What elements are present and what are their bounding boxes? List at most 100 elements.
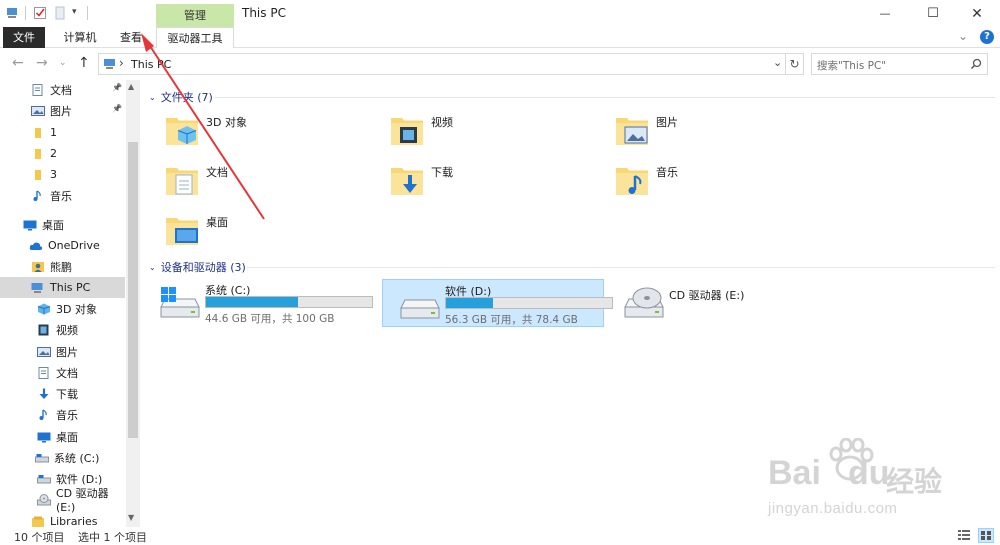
expand-ribbon-icon[interactable]: ⌄ xyxy=(958,29,968,43)
document-icon xyxy=(32,83,43,96)
folder-name: 图片 xyxy=(656,116,678,129)
sidebar-item-label: 音乐 xyxy=(56,408,78,422)
folder-tile[interactable]: 桌面 xyxy=(143,208,367,254)
folder-name: 视频 xyxy=(431,116,453,129)
minimize-icon: — xyxy=(879,7,891,20)
folder-name: 3D 对象 xyxy=(206,116,247,129)
breadcrumb-separator[interactable]: › xyxy=(119,56,124,70)
folder-tile[interactable]: 文档 xyxy=(143,158,367,204)
watermark-brand: Bai xyxy=(768,454,821,492)
collapse-chevron-icon[interactable]: ⌄ xyxy=(149,93,156,102)
new-folder-icon[interactable] xyxy=(53,6,67,20)
folder-icon xyxy=(35,127,41,138)
sidebar-item[interactable]: 图片 xyxy=(0,341,125,362)
sidebar-item-label: OneDrive xyxy=(48,239,100,252)
properties-icon[interactable] xyxy=(33,6,47,20)
drive-tile[interactable]: CD 驱动器 (E:) xyxy=(607,279,829,327)
sidebar-item-label: Libraries xyxy=(50,515,98,527)
drives-group-header[interactable]: ⌄ 设备和驱动器 (3) xyxy=(149,259,246,275)
title-bar: ▾ 管理 This PC — ☐ ✕ xyxy=(0,0,1000,27)
back-arrow-icon[interactable]: ← xyxy=(12,55,24,71)
sidebar-item-label: This PC xyxy=(50,281,91,294)
navigation-pane: ▲ ▼ 文档 📌 图片 📌 1 2 3 音乐 桌面 OneDrive 熊鹏 This PC 3D 对象视… xyxy=(0,80,140,527)
drive-tile[interactable]: 软件 (D:) 56.3 GB 可用，共 78.4 GB xyxy=(382,279,613,327)
pin-icon[interactable]: 📌 xyxy=(112,104,122,113)
drive-icon xyxy=(35,453,49,462)
scroll-up-icon[interactable]: ▲ xyxy=(128,82,134,91)
pin-icon[interactable]: 📌 xyxy=(112,83,122,92)
folder-tile[interactable]: 3D 对象 xyxy=(143,108,367,154)
sidebar-item-label: 音乐 xyxy=(50,189,72,203)
recent-locations-icon[interactable]: ⌄ xyxy=(59,58,67,68)
search-icon[interactable] xyxy=(970,58,982,70)
customize-quick-access-icon[interactable]: ▾ xyxy=(72,7,77,17)
sidebar-item[interactable]: Libraries xyxy=(0,511,125,527)
folder-tile[interactable]: 视频 xyxy=(368,108,592,154)
tab-file[interactable]: 文件 xyxy=(3,27,45,48)
close-icon: ✕ xyxy=(971,5,983,22)
desktop-icon xyxy=(37,432,51,442)
minimize-button[interactable]: — xyxy=(862,0,908,27)
baidu-jingyan-watermark: Bai du 经验 jingyan.baidu.com xyxy=(768,438,968,528)
sidebar-item[interactable]: 桌面 xyxy=(0,426,125,447)
help-icon[interactable]: ? xyxy=(980,30,994,44)
sidebar-item[interactable]: 桌面 xyxy=(0,214,125,235)
folders-group-header[interactable]: ⌄ 文件夹 (7) xyxy=(149,89,213,105)
sidebar-item[interactable]: OneDrive xyxy=(0,235,125,256)
scroll-down-icon[interactable]: ▼ xyxy=(128,513,134,522)
sidebar-item[interactable]: 文档 xyxy=(0,362,125,383)
drive-space-info: 44.6 GB 可用，共 100 GB xyxy=(205,313,335,325)
computer-icon[interactable] xyxy=(6,6,20,20)
sidebar-item[interactable]: 3D 对象 xyxy=(0,298,125,319)
sidebar-item[interactable]: 3 xyxy=(0,164,125,185)
sidebar-item[interactable]: 熊鹏 xyxy=(0,256,125,277)
breadcrumb-this-pc[interactable]: This PC xyxy=(131,58,171,71)
sidebar-scroll-thumb[interactable] xyxy=(128,142,138,438)
maximize-icon: ☐ xyxy=(927,6,939,21)
drive-usage-bar xyxy=(445,297,613,309)
sidebar-item[interactable]: This PC xyxy=(0,277,125,298)
collapse-chevron-icon[interactable]: ⌄ xyxy=(149,263,156,272)
drive-icon xyxy=(37,474,51,483)
search-box[interactable]: 搜索"This PC" xyxy=(811,53,988,75)
sidebar-item[interactable]: 系统 (C:) xyxy=(0,447,125,468)
search-input[interactable]: 搜索"This PC" xyxy=(817,58,886,73)
address-dropdown-icon[interactable]: ⌄ xyxy=(773,56,782,69)
sidebar-item-label: 3D 对象 xyxy=(56,302,97,316)
cd-drive-icon xyxy=(624,287,664,318)
tab-view[interactable]: 查看 xyxy=(110,27,152,48)
folder-tile[interactable]: 音乐 xyxy=(593,158,817,204)
sidebar-item[interactable]: 1 xyxy=(0,122,125,143)
tab-computer[interactable]: 计算机 xyxy=(56,27,104,48)
user-icon xyxy=(32,261,44,272)
drive-tile[interactable]: 系统 (C:) 44.6 GB 可用，共 100 GB xyxy=(143,279,373,327)
sidebar-item-label: 图片 xyxy=(50,104,72,118)
sidebar-item[interactable]: 下载 xyxy=(0,383,125,404)
ribbon-tab-bar: 文件 计算机 查看 驱动器工具 ⌄ ? xyxy=(0,27,1000,48)
sidebar-item-label: 桌面 xyxy=(42,218,64,232)
up-arrow-icon[interactable]: ↑ xyxy=(78,55,90,71)
sidebar-item[interactable]: 2 xyxy=(0,143,125,164)
folder-tile[interactable]: 下载 xyxy=(368,158,592,204)
details-view-icon[interactable] xyxy=(958,530,970,541)
download-folder-icon xyxy=(391,168,423,195)
maximize-button[interactable]: ☐ xyxy=(910,0,956,27)
forward-arrow-icon[interactable]: → xyxy=(36,55,48,71)
sidebar-item[interactable]: 图片 📌 xyxy=(0,100,125,121)
sidebar-item[interactable]: CD 驱动器 (E:) xyxy=(0,487,125,514)
sidebar-item-label: 桌面 xyxy=(56,430,78,444)
large-icons-view-icon[interactable] xyxy=(978,528,994,543)
tab-drive-tools[interactable]: 驱动器工具 xyxy=(156,27,234,48)
sidebar-item[interactable]: 视频 xyxy=(0,319,125,340)
sidebar-item[interactable]: 音乐 xyxy=(0,185,125,206)
sidebar-item[interactable]: 文档 📌 xyxy=(0,80,125,100)
3d-objects-icon xyxy=(37,303,51,314)
sidebar-item-label: 视频 xyxy=(56,323,78,337)
sidebar-item[interactable]: 音乐 xyxy=(0,404,125,425)
close-button[interactable]: ✕ xyxy=(954,0,1000,27)
folder-tile[interactable]: 图片 xyxy=(593,108,817,154)
computer-icon xyxy=(104,59,115,69)
address-bar[interactable]: › This PC ⌄ xyxy=(98,53,786,75)
drive-name: CD 驱动器 (E:) xyxy=(669,289,745,302)
refresh-button[interactable]: ↻ xyxy=(786,53,804,75)
